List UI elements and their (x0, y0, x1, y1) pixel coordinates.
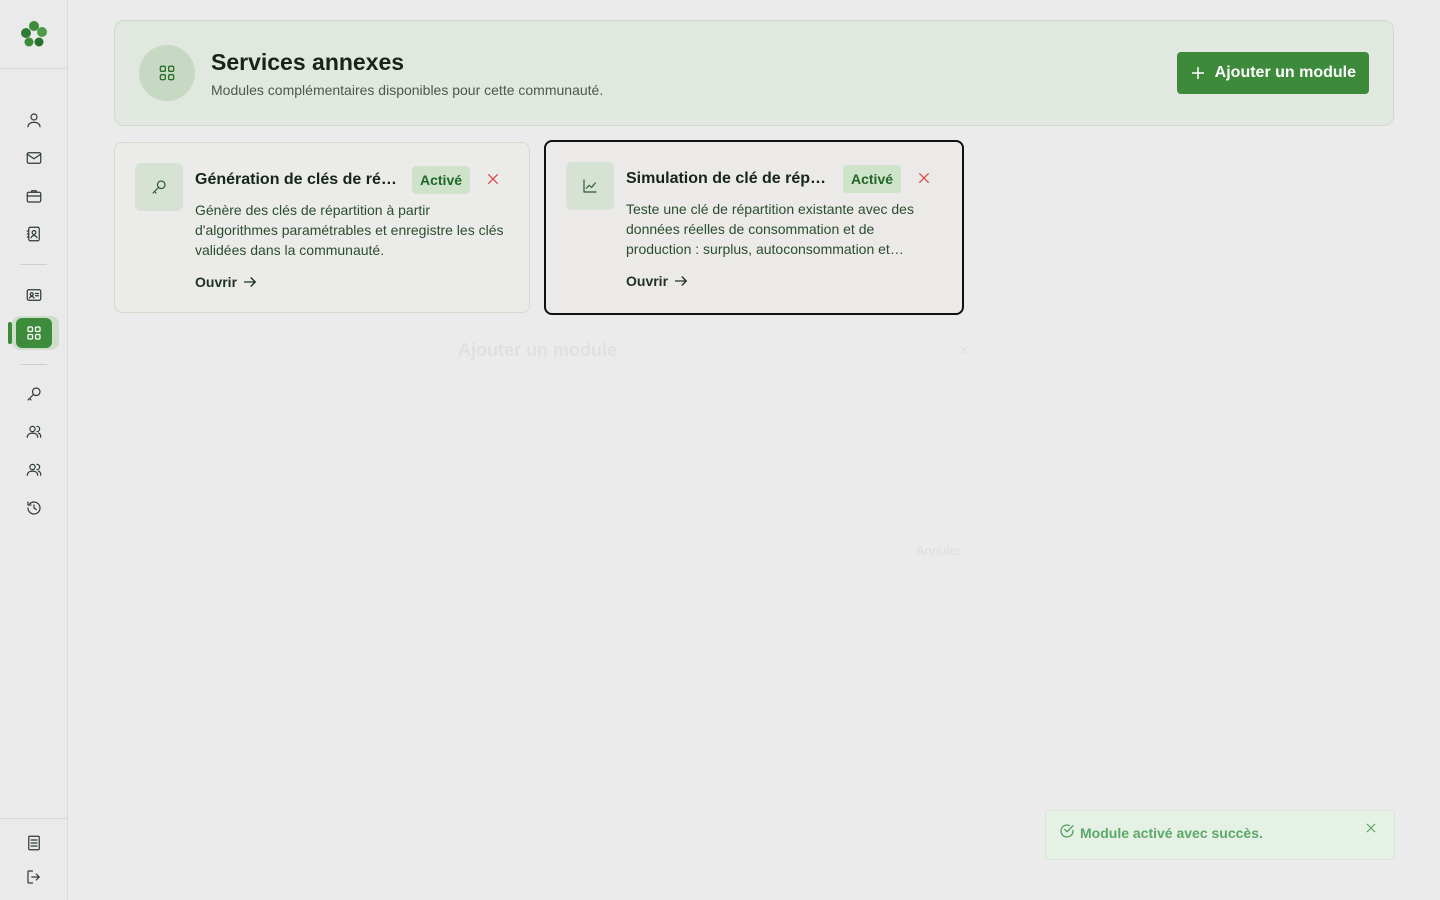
dialog-cancel-button: Annuler (916, 543, 961, 558)
nav-mail-icon[interactable] (22, 146, 46, 170)
module-description: Teste une clé de répartition existante a… (626, 201, 914, 257)
divider (20, 364, 47, 365)
page-title: Services annexes (211, 49, 405, 75)
grid-icon (139, 45, 195, 101)
divider (0, 818, 67, 819)
page-header: Services annexes Modules complémentaires… (114, 20, 1394, 126)
nav-users-icon-2[interactable] (22, 458, 46, 482)
nav-user-icon[interactable] (22, 108, 46, 132)
arrow-right-icon (244, 277, 257, 287)
module-card-key-simulation: Simulation de clé de répartition Activé … (544, 140, 964, 315)
divider (0, 68, 67, 69)
close-icon (918, 172, 930, 184)
key-icon (135, 163, 183, 211)
close-icon (487, 173, 499, 185)
nav-history-icon[interactable] (22, 496, 46, 520)
open-label: Ouvrir (195, 274, 238, 290)
module-title: Simulation de clé de répartition (626, 170, 834, 187)
dialog-close-icon: ✕ (958, 342, 970, 358)
check-circle-icon (1058, 822, 1076, 840)
close-icon (1366, 823, 1376, 833)
page-subtitle: Modules complémentaires disponibles pour… (211, 82, 604, 98)
deactivate-module-button[interactable] (916, 170, 932, 186)
add-module-label: Ajouter un module (1214, 64, 1356, 81)
status-badge: Activé (412, 166, 471, 194)
open-module-link[interactable]: Ouvrir (626, 272, 690, 290)
success-toast: Module activé avec succès. (1045, 810, 1395, 860)
open-label: Ouvrir (626, 273, 669, 289)
sidebar (0, 0, 68, 900)
plus-icon (1191, 67, 1204, 79)
nav-users-icon[interactable] (22, 420, 46, 444)
toast-close-button[interactable] (1364, 821, 1378, 835)
nav-document-icon[interactable] (22, 831, 46, 855)
chart-icon (566, 162, 614, 210)
dialog-title: Ajouter un module (458, 340, 617, 360)
toast-message: Module activé avec succès. (1080, 825, 1263, 841)
divider (20, 264, 47, 265)
nav-id-card-icon[interactable] (22, 283, 46, 307)
module-description: Génère des clés de répartition à partir … (195, 202, 504, 258)
logout-icon[interactable] (22, 865, 46, 889)
module-card-key-generation: Génération de clés de répartition Activé… (114, 142, 530, 313)
arrow-right-icon (675, 276, 688, 286)
nav-contact-book-icon[interactable] (22, 222, 46, 246)
module-title: Génération de clés de répartition (195, 171, 403, 188)
nav-briefcase-icon[interactable] (22, 184, 46, 208)
deactivate-module-button[interactable] (485, 171, 501, 187)
nav-key-icon[interactable] (22, 382, 46, 406)
status-badge: Activé (843, 165, 902, 193)
open-module-link[interactable]: Ouvrir (195, 273, 259, 291)
add-module-button[interactable]: Ajouter un module (1176, 52, 1369, 94)
nav-grid-icon[interactable] (16, 318, 52, 348)
clover-logo[interactable] (19, 19, 49, 49)
